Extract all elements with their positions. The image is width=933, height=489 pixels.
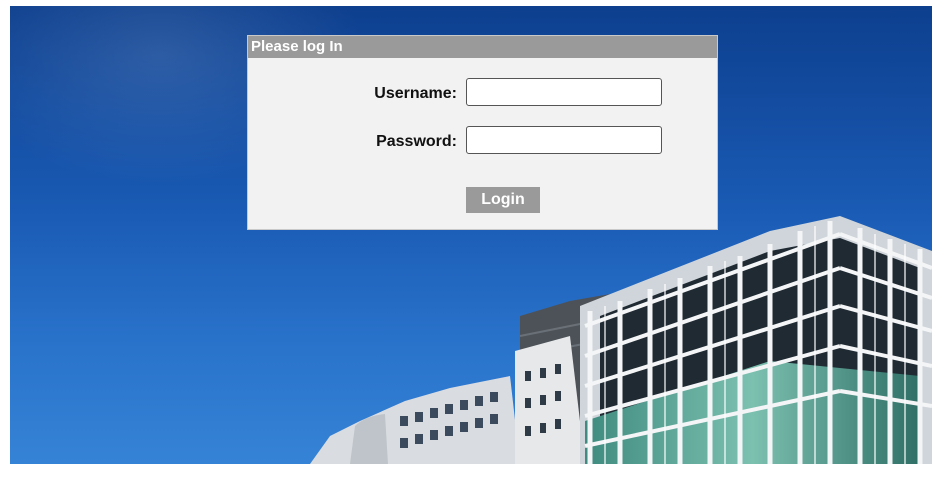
login-panel-title: Please log In xyxy=(248,36,717,58)
username-row: Username: xyxy=(248,78,717,110)
username-label: Username: xyxy=(374,85,457,102)
password-row: Password: xyxy=(248,126,717,158)
login-button[interactable]: Login xyxy=(466,187,540,213)
password-label: Password: xyxy=(376,133,457,150)
login-panel: Please log In Username: Password: Login xyxy=(247,35,718,230)
password-input[interactable] xyxy=(466,126,662,154)
background-photo: Please log In Username: Password: Login xyxy=(10,6,932,464)
username-input[interactable] xyxy=(466,78,662,106)
